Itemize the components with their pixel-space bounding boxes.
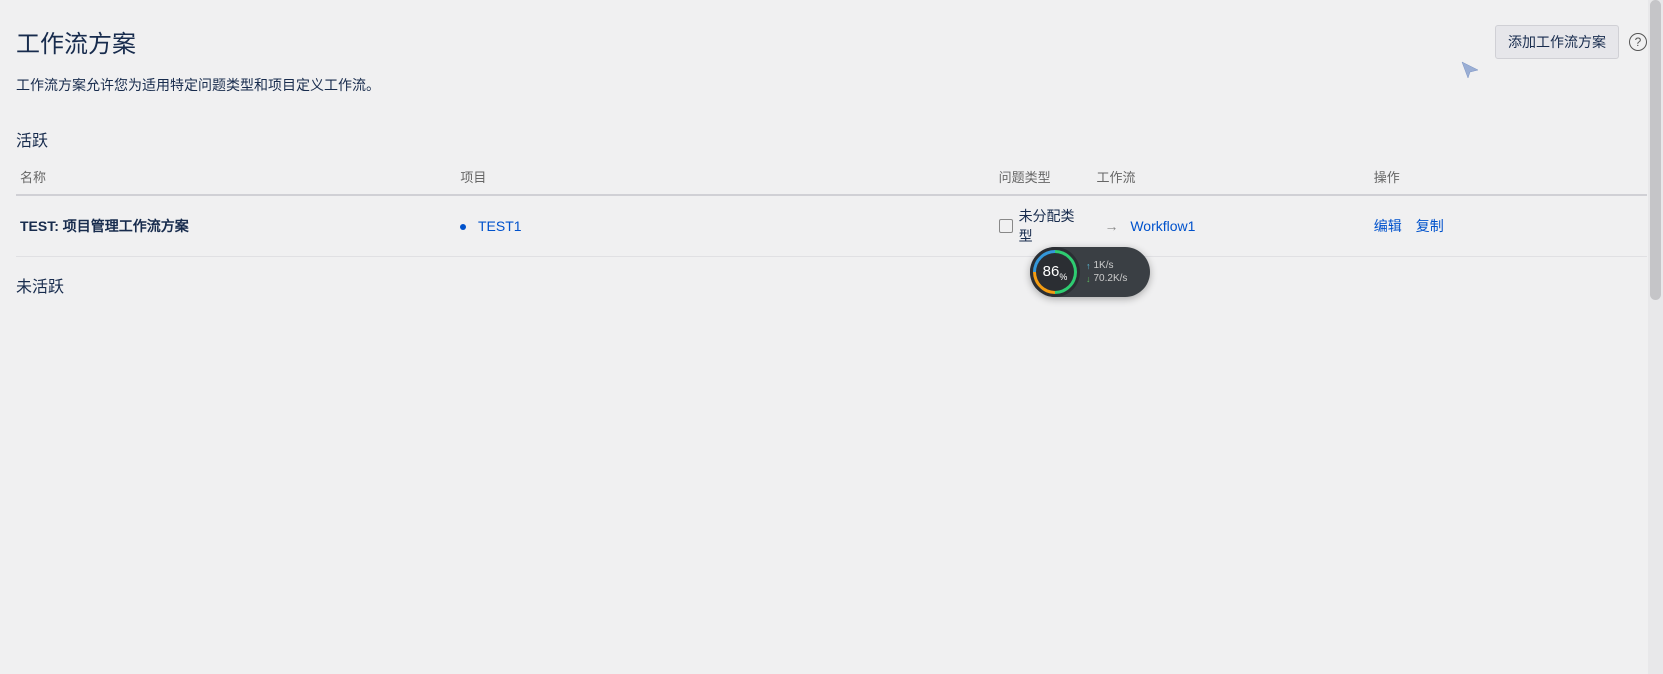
issue-type-icon [999, 219, 1013, 233]
copy-link[interactable]: 复制 [1416, 216, 1444, 236]
net-usage-circle: 86% [1030, 247, 1080, 297]
arrow-up-icon: ↑ [1086, 261, 1091, 271]
column-header-workflow: 工作流 [1092, 159, 1369, 195]
scrollbar-track[interactable] [1648, 0, 1663, 674]
inactive-section-title: 未活跃 [0, 257, 1663, 305]
page-header: 工作流方案 添加工作流方案 ? [0, 0, 1663, 67]
page-title: 工作流方案 [16, 24, 136, 59]
active-section-title: 活跃 [0, 111, 1663, 159]
arrow-right-icon: → [1096, 218, 1126, 234]
net-download-value: 70.2K/s [1094, 273, 1128, 284]
project-link[interactable]: TEST1 [478, 218, 522, 234]
scheme-name: TEST: 项目管理工作流方案 [20, 218, 189, 234]
arrow-down-icon: ↓ [1086, 274, 1091, 284]
net-upload-value: 1K/s [1094, 260, 1114, 271]
workflow-link[interactable]: Workflow1 [1130, 218, 1195, 234]
network-monitor-widget[interactable]: 86% ↑ 1K/s ↓ 70.2K/s [1030, 247, 1150, 297]
add-workflow-scheme-button[interactable]: 添加工作流方案 [1495, 25, 1619, 59]
column-header-issue-type: 问题类型 [995, 159, 1093, 195]
edit-link[interactable]: 编辑 [1374, 216, 1402, 236]
net-upload: ↑ 1K/s [1086, 260, 1127, 271]
column-header-project: 项目 [456, 159, 994, 195]
column-header-name: 名称 [16, 159, 456, 195]
column-header-actions: 操作 [1370, 159, 1647, 195]
header-actions: 添加工作流方案 ? [1495, 25, 1647, 59]
active-schemes-table: 名称 项目 问题类型 工作流 操作 TEST: 项目管理工作流方案 TEST1 … [16, 159, 1647, 257]
net-stats: ↑ 1K/s ↓ 70.2K/s [1086, 260, 1127, 284]
help-icon[interactable]: ? [1629, 33, 1647, 51]
issue-type-label: 未分配类型 [1019, 206, 1089, 246]
project-bullet-icon [460, 224, 466, 230]
table-row: TEST: 项目管理工作流方案 TEST1 未分配类型 → Workflow1 … [16, 195, 1647, 257]
net-download: ↓ 70.2K/s [1086, 273, 1127, 284]
net-percent: 86% [1043, 263, 1068, 282]
page-description: 工作流方案允许您为适用特定问题类型和项目定义工作流。 [0, 67, 1663, 111]
scrollbar-thumb[interactable] [1650, 0, 1661, 300]
